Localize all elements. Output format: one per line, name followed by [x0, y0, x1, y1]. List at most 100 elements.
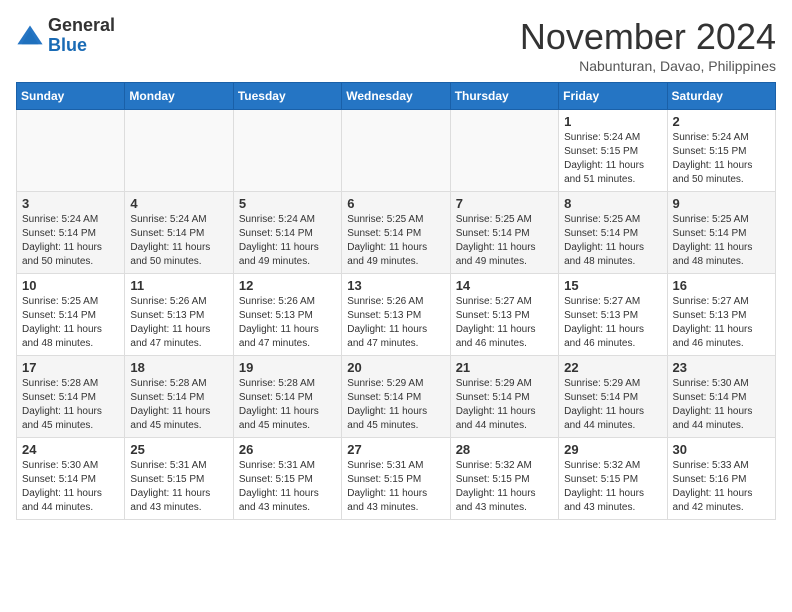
day-info: Sunrise: 5:24 AM Sunset: 5:14 PM Dayligh… [22, 213, 119, 269]
calendar-cell: 21 Sunrise: 5:29 AM Sunset: 5:14 PM Dayli… [450, 356, 558, 438]
calendar-week-2: 3Sunrise: 5:24 AM Sunset: 5:14 PM Daylig… [17, 192, 776, 274]
day-info: Sunrise: 5:31 AM Sunset: 5:15 PM Dayligh… [239, 459, 336, 515]
calendar-cell: 5 Sunrise: 5:24 AM Sunset: 5:14 PM Daylig… [233, 192, 341, 274]
day-number: 13 [347, 278, 444, 293]
day-info: Sunrise: 5:26 AM Sunset: 5:13 PM Dayligh… [239, 295, 336, 351]
logo-icon [16, 22, 44, 50]
day-info: Sunrise: 5:27 AM Sunset: 5:13 PM Dayligh… [456, 295, 553, 351]
day-number: 18 [130, 360, 227, 375]
day-number: 15 [564, 278, 661, 293]
day-info: Sunrise: 5:26 AM Sunset: 5:13 PM Dayligh… [130, 295, 227, 351]
weekday-header-monday: Monday [125, 83, 233, 110]
day-info: Sunrise: 5:24 AM Sunset: 5:14 PM Dayligh… [239, 213, 336, 269]
day-number: 24 [22, 442, 119, 457]
calendar-cell: 11 Sunrise: 5:26 AM Sunset: 5:13 PM Dayli… [125, 274, 233, 356]
calendar-cell: 16 Sunrise: 5:27 AM Sunset: 5:13 PM Dayli… [667, 274, 775, 356]
day-info: Sunrise: 5:24 AM Sunset: 5:14 PM Dayligh… [130, 213, 227, 269]
calendar-cell: 22 Sunrise: 5:29 AM Sunset: 5:14 PM Dayli… [559, 356, 667, 438]
day-info: Sunrise: 5:31 AM Sunset: 5:15 PM Dayligh… [130, 459, 227, 515]
day-number: 22 [564, 360, 661, 375]
calendar-cell [233, 110, 341, 192]
calendar-cell: 28 Sunrise: 5:32 AM Sunset: 5:15 PM Dayli… [450, 438, 558, 520]
day-info: Sunrise: 5:31 AM Sunset: 5:15 PM Dayligh… [347, 459, 444, 515]
calendar-cell [125, 110, 233, 192]
day-info: Sunrise: 5:27 AM Sunset: 5:13 PM Dayligh… [673, 295, 770, 351]
day-number: 28 [456, 442, 553, 457]
calendar-cell: 26 Sunrise: 5:31 AM Sunset: 5:15 PM Dayli… [233, 438, 341, 520]
location-subtitle: Nabunturan, Davao, Philippines [520, 58, 776, 74]
day-info: Sunrise: 5:26 AM Sunset: 5:13 PM Dayligh… [347, 295, 444, 351]
calendar-cell: 14 Sunrise: 5:27 AM Sunset: 5:13 PM Dayli… [450, 274, 558, 356]
day-info: Sunrise: 5:29 AM Sunset: 5:14 PM Dayligh… [564, 377, 661, 433]
calendar-cell: 19Sunrise: 5:28 AM Sunset: 5:14 PM Dayli… [233, 356, 341, 438]
day-number: 12 [239, 278, 336, 293]
weekday-header-tuesday: Tuesday [233, 83, 341, 110]
day-number: 29 [564, 442, 661, 457]
page-header: General Blue November 2024 Nabunturan, D… [16, 16, 776, 74]
calendar-table: SundayMondayTuesdayWednesdayThursdayFrid… [16, 82, 776, 520]
calendar-cell: 1 Sunrise: 5:24 AM Sunset: 5:15 PM Daylig… [559, 110, 667, 192]
day-number: 2 [673, 114, 770, 129]
day-number: 10 [22, 278, 119, 293]
calendar-cell: 13 Sunrise: 5:26 AM Sunset: 5:13 PM Dayli… [342, 274, 450, 356]
calendar-cell: 7Sunrise: 5:25 AM Sunset: 5:14 PM Daylig… [450, 192, 558, 274]
weekday-header-row: SundayMondayTuesdayWednesdayThursdayFrid… [17, 83, 776, 110]
calendar-week-3: 10Sunrise: 5:25 AM Sunset: 5:14 PM Dayli… [17, 274, 776, 356]
month-title: November 2024 [520, 16, 776, 58]
weekday-header-wednesday: Wednesday [342, 83, 450, 110]
calendar-cell [450, 110, 558, 192]
weekday-header-saturday: Saturday [667, 83, 775, 110]
calendar-cell: 18 Sunrise: 5:28 AM Sunset: 5:14 PM Dayli… [125, 356, 233, 438]
day-info: Sunrise: 5:25 AM Sunset: 5:14 PM Dayligh… [564, 213, 661, 269]
day-info: Sunrise: 5:30 AM Sunset: 5:14 PM Dayligh… [22, 459, 119, 515]
calendar-cell: 3Sunrise: 5:24 AM Sunset: 5:14 PM Daylig… [17, 192, 125, 274]
day-number: 16 [673, 278, 770, 293]
calendar-cell: 24 Sunrise: 5:30 AM Sunset: 5:14 PM Dayli… [17, 438, 125, 520]
calendar-cell: 12 Sunrise: 5:26 AM Sunset: 5:13 PM Dayli… [233, 274, 341, 356]
day-number: 7 [456, 196, 553, 211]
weekday-header-thursday: Thursday [450, 83, 558, 110]
calendar-cell: 15Sunrise: 5:27 AM Sunset: 5:13 PM Dayli… [559, 274, 667, 356]
day-number: 23 [673, 360, 770, 375]
day-number: 14 [456, 278, 553, 293]
day-info: Sunrise: 5:25 AM Sunset: 5:14 PM Dayligh… [347, 213, 444, 269]
day-info: Sunrise: 5:28 AM Sunset: 5:14 PM Dayligh… [239, 377, 336, 433]
calendar-cell [342, 110, 450, 192]
day-number: 27 [347, 442, 444, 457]
day-info: Sunrise: 5:33 AM Sunset: 5:16 PM Dayligh… [673, 459, 770, 515]
day-info: Sunrise: 5:29 AM Sunset: 5:14 PM Dayligh… [347, 377, 444, 433]
calendar-header: SundayMondayTuesdayWednesdayThursdayFrid… [17, 83, 776, 110]
day-info: Sunrise: 5:24 AM Sunset: 5:15 PM Dayligh… [564, 131, 661, 187]
day-number: 4 [130, 196, 227, 211]
logo: General Blue [16, 16, 115, 56]
calendar-cell: 2Sunrise: 5:24 AM Sunset: 5:15 PM Daylig… [667, 110, 775, 192]
day-number: 6 [347, 196, 444, 211]
day-number: 1 [564, 114, 661, 129]
day-number: 11 [130, 278, 227, 293]
day-info: Sunrise: 5:32 AM Sunset: 5:15 PM Dayligh… [564, 459, 661, 515]
calendar-cell: 29 Sunrise: 5:32 AM Sunset: 5:15 PM Dayli… [559, 438, 667, 520]
day-info: Sunrise: 5:32 AM Sunset: 5:15 PM Dayligh… [456, 459, 553, 515]
day-number: 21 [456, 360, 553, 375]
calendar-week-5: 24 Sunrise: 5:30 AM Sunset: 5:14 PM Dayli… [17, 438, 776, 520]
day-number: 25 [130, 442, 227, 457]
calendar-cell: 10Sunrise: 5:25 AM Sunset: 5:14 PM Dayli… [17, 274, 125, 356]
day-info: Sunrise: 5:30 AM Sunset: 5:14 PM Dayligh… [673, 377, 770, 433]
calendar-cell [17, 110, 125, 192]
calendar-cell: 9Sunrise: 5:25 AM Sunset: 5:14 PM Daylig… [667, 192, 775, 274]
weekday-header-sunday: Sunday [17, 83, 125, 110]
day-number: 5 [239, 196, 336, 211]
calendar-cell: 27 Sunrise: 5:31 AM Sunset: 5:15 PM Dayli… [342, 438, 450, 520]
day-info: Sunrise: 5:25 AM Sunset: 5:14 PM Dayligh… [673, 213, 770, 269]
calendar-cell: 25 Sunrise: 5:31 AM Sunset: 5:15 PM Dayli… [125, 438, 233, 520]
title-block: November 2024 Nabunturan, Davao, Philipp… [520, 16, 776, 74]
calendar-cell: 4 Sunrise: 5:24 AM Sunset: 5:14 PM Daylig… [125, 192, 233, 274]
day-info: Sunrise: 5:29 AM Sunset: 5:14 PM Dayligh… [456, 377, 553, 433]
day-number: 17 [22, 360, 119, 375]
calendar-cell: 20Sunrise: 5:29 AM Sunset: 5:14 PM Dayli… [342, 356, 450, 438]
day-info: Sunrise: 5:28 AM Sunset: 5:14 PM Dayligh… [22, 377, 119, 433]
day-number: 26 [239, 442, 336, 457]
day-info: Sunrise: 5:28 AM Sunset: 5:14 PM Dayligh… [130, 377, 227, 433]
calendar-body: 1 Sunrise: 5:24 AM Sunset: 5:15 PM Daylig… [17, 110, 776, 520]
weekday-header-friday: Friday [559, 83, 667, 110]
